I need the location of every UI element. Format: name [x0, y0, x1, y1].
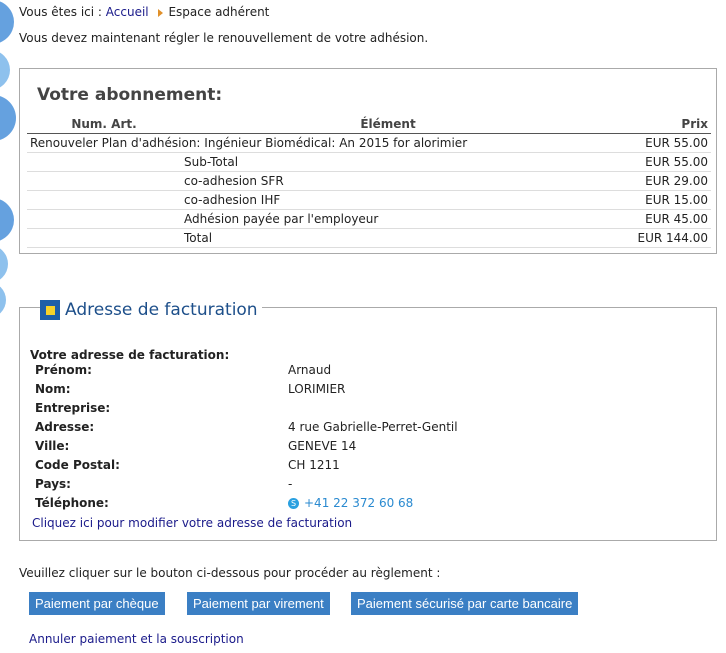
address-label: Ville: [35, 439, 70, 453]
address-value: LORIMIER [288, 382, 346, 396]
table-row: Sub-Total EUR 55.00 [27, 152, 711, 172]
subscription-box: Votre abonnement: Num. Art. Élément Prix… [19, 68, 717, 254]
subscription-title: Votre abonnement: [37, 85, 223, 105]
row-item: Renouveler Plan d'adhésion: Ingénieur Bi… [27, 133, 595, 153]
row-price: EUR 29.00 [595, 171, 711, 191]
decor-circle [0, 95, 16, 141]
pay-transfer-button[interactable]: Paiement par virement [187, 592, 330, 615]
col-item: Élément [181, 114, 595, 134]
table-row: co-adhesion IHF EUR 15.00 [27, 190, 711, 210]
col-price: Prix [595, 114, 711, 134]
pay-card-button[interactable]: Paiement sécurisé par carte bancaire [351, 592, 579, 615]
row-item: Sub-Total [181, 152, 595, 172]
breadcrumb-current: Espace adhérent [168, 5, 270, 19]
table-row: Total EUR 144.00 [27, 228, 711, 248]
address-value: CH 1211 [288, 458, 340, 472]
row-item: Adhésion payée par l'employeur [181, 209, 595, 229]
breadcrumb-arrow-icon [158, 8, 164, 17]
row-item: co-adhesion IHF [181, 190, 595, 210]
billing-square-icon [40, 300, 60, 320]
breadcrumb-home-link[interactable]: Accueil [106, 5, 149, 19]
billing-header: Adresse de facturation [40, 300, 262, 320]
row-item: Total [181, 228, 595, 248]
row-item: co-adhesion SFR [181, 171, 595, 191]
address-label: Entreprise: [35, 401, 111, 415]
decor-circle [0, 198, 14, 242]
address-value: GENEVE 14 [288, 439, 357, 453]
breadcrumb: Vous êtes ici : Accueil Espace adhérent [19, 5, 269, 19]
phone-number: +41 22 372 60 68 [304, 496, 414, 510]
decor-circle [0, 245, 8, 283]
row-price: EUR 55.00 [595, 133, 711, 153]
row-price: EUR 45.00 [595, 209, 711, 229]
modify-address-link[interactable]: Cliquez ici pour modifier votre adresse … [32, 516, 352, 530]
billing-subtitle: Votre adresse de facturation: [30, 348, 230, 362]
pay-cheque-button[interactable]: Paiement par chèque [29, 592, 165, 615]
table-row: co-adhesion SFR EUR 29.00 [27, 171, 711, 191]
intro-text: Vous devez maintenant régler le renouvel… [19, 31, 429, 45]
subscription-table: Num. Art. Élément Prix Renouveler Plan d… [27, 114, 711, 248]
row-num [27, 152, 181, 172]
row-num [27, 209, 181, 229]
address-value: 4 rue Gabrielle-Perret-Gentil [288, 420, 458, 434]
billing-header-title: Adresse de facturation [65, 300, 258, 320]
address-label: Téléphone: [35, 496, 109, 510]
row-num [27, 190, 181, 210]
address-label: Pays: [35, 477, 71, 491]
row-price: EUR 15.00 [595, 190, 711, 210]
address-label: Prénom: [35, 363, 92, 377]
decor-circle [0, 0, 14, 44]
address-value: - [288, 477, 293, 491]
address-label: Code Postal: [35, 458, 120, 472]
skype-icon: S [288, 498, 299, 509]
table-row: Renouveler Plan d'adhésion: Ingénieur Bi… [27, 133, 711, 153]
row-num [27, 228, 181, 248]
address-label: Adresse: [35, 420, 95, 434]
table-row: Adhésion payée par l'employeur EUR 45.00 [27, 209, 711, 229]
cancel-payment-link[interactable]: Annuler paiement et la souscription [29, 632, 244, 646]
phone-link[interactable]: S +41 22 372 60 68 [288, 496, 413, 510]
table-header-row: Num. Art. Élément Prix [27, 114, 711, 134]
col-num: Num. Art. [27, 114, 181, 134]
breadcrumb-prefix: Vous êtes ici : [19, 5, 102, 19]
decor-circle [0, 282, 6, 318]
row-price: EUR 55.00 [595, 152, 711, 172]
row-num [27, 171, 181, 191]
address-value: Arnaud [288, 363, 332, 377]
row-price: EUR 144.00 [595, 228, 711, 248]
address-label: Nom: [35, 382, 71, 396]
decor-circle [0, 50, 10, 90]
billing-box: Adresse de facturation Votre adresse de … [19, 300, 717, 541]
payment-intro: Veuillez cliquer sur le bouton ci-dessou… [19, 566, 441, 580]
page: Vous êtes ici : Accueil Espace adhérent … [0, 0, 726, 653]
